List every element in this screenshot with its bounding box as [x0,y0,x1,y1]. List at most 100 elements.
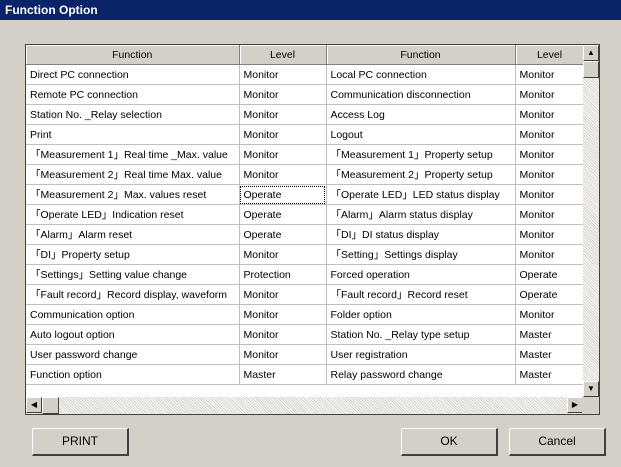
function-cell[interactable]: 「Measurement 1」Property setup [326,144,516,165]
level-cell[interactable]: Monitor [239,344,327,365]
function-cell[interactable]: 「Fault record」Record reset [326,284,516,305]
function-cell[interactable]: 「Measurement 2」Property setup [326,164,516,185]
table-row[interactable]: 「Measurement 1」Real time _Max. value Moni… [26,144,585,165]
table-row[interactable]: 「DI」Property setup Monitor 「Setting」Settin… [26,244,585,265]
level-cell[interactable]: Monitor [515,124,585,145]
level-cell[interactable]: Monitor [239,124,327,145]
level-cell[interactable]: Master [515,364,585,385]
horizontal-scrollbar[interactable]: ◀ ▶ [26,397,583,414]
function-cell[interactable]: 「Measurement 1」Real time _Max. value [26,144,240,165]
function-cell[interactable]: 「Operate LED」LED status display [326,184,516,205]
arrow-right-icon: ▶ [571,400,579,409]
table-row[interactable]: Auto logout option Monitor Station No. _Re… [26,324,585,345]
level-cell[interactable]: Monitor [515,184,585,205]
scroll-left-button[interactable]: ◀ [26,397,42,413]
level-cell[interactable]: Monitor [515,244,585,265]
function-cell[interactable]: Logout [326,124,516,145]
level-cell[interactable]: Monitor [239,324,327,345]
function-cell[interactable]: 「Alarm」Alarm status display [326,204,516,225]
function-cell[interactable]: Access Log [326,104,516,125]
level-cell[interactable]: Monitor [515,104,585,125]
level-cell[interactable]: Monitor [515,84,585,105]
function-cell[interactable]: Direct PC connection [26,64,240,85]
table-row[interactable]: Direct PC connection Monitor Local PC conn… [26,64,585,85]
table-row[interactable]: Remote PC connection Monitor Communication… [26,84,585,105]
header-function-2[interactable]: Function [326,45,516,65]
level-cell[interactable]: Operate [515,284,585,305]
level-cell[interactable]: Monitor [515,224,585,245]
level-cell[interactable]: Operate [515,264,585,285]
function-cell[interactable]: 「Settings」Setting value change [26,264,240,285]
function-cell[interactable]: Relay password change [326,364,516,385]
level-cell[interactable]: Monitor [515,64,585,85]
table-row[interactable]: Communication option Monitor Folder option… [26,304,585,325]
function-cell[interactable]: Station No. _Relay selection [26,104,240,125]
level-cell[interactable]: Monitor [239,164,327,185]
table-row[interactable]: User password change Monitor User registra… [26,344,585,365]
level-cell[interactable]: Operate [239,224,327,245]
vertical-scroll-thumb[interactable] [583,61,599,78]
level-cell[interactable]: Monitor [515,304,585,325]
function-cell[interactable]: Folder option [326,304,516,325]
level-cell[interactable]: Protection [239,264,327,285]
level-cell[interactable]: Monitor [239,144,327,165]
header-function-1[interactable]: Function [26,45,240,65]
function-cell[interactable]: Remote PC connection [26,84,240,105]
level-cell[interactable]: Master [515,344,585,365]
level-cell[interactable]: Monitor [239,104,327,125]
function-cell[interactable]: 「Setting」Settings display [326,244,516,265]
ok-button[interactable]: OK [401,428,498,456]
function-cell[interactable]: 「Alarm」Alarm reset [26,224,240,245]
scroll-up-button[interactable]: ▲ [583,45,599,61]
header-level-2[interactable]: Level [515,45,585,65]
horizontal-scroll-thumb[interactable] [42,397,59,414]
arrow-left-icon: ◀ [30,400,38,409]
level-cell[interactable]: Monitor [515,144,585,165]
table-row[interactable]: 「Fault record」Record display, waveform Mo… [26,284,585,305]
table-row[interactable]: 「Measurement 2」Max. values reset Operate 「… [26,184,585,205]
level-cell[interactable]: Monitor [239,244,327,265]
function-cell[interactable]: Communication disconnection [326,84,516,105]
function-cell[interactable]: Print [26,124,240,145]
arrow-up-icon: ▲ [587,48,595,57]
table-row[interactable]: 「Measurement 2」Real time Max. value Monit… [26,164,585,185]
function-cell[interactable]: Station No. _Relay type setup [326,324,516,345]
function-cell[interactable]: 「Measurement 2」Max. values reset [26,184,240,205]
header-level-1[interactable]: Level [239,45,327,65]
level-cell[interactable]: Monitor [239,64,327,85]
function-cell[interactable]: 「Measurement 2」Real time Max. value [26,164,240,185]
level-cell[interactable]: Master [239,364,327,385]
level-cell[interactable]: Operate [239,184,327,205]
level-cell[interactable]: Monitor [239,304,327,325]
scroll-right-button[interactable]: ▶ [567,397,583,413]
function-cell[interactable]: Function option [26,364,240,385]
print-button[interactable]: PRINT [32,428,129,456]
function-cell[interactable]: 「Fault record」Record display, waveform [26,284,240,305]
function-option-dialog: Function Option Function Level Function … [0,0,621,467]
level-cell[interactable]: Monitor [515,204,585,225]
scroll-down-button[interactable]: ▼ [583,381,599,397]
table-row[interactable]: Function option Master Relay password chan… [26,364,585,385]
function-cell[interactable]: User registration [326,344,516,365]
function-cell[interactable]: Auto logout option [26,324,240,345]
table-row[interactable]: Print Monitor Logout Monitor [26,124,585,145]
table-row[interactable]: 「Operate LED」Indication reset Operate 「Ala… [26,204,585,225]
table-row[interactable]: Station No. _Relay selection Monitor Acces… [26,104,585,125]
cancel-button[interactable]: Cancel [509,428,606,456]
dialog-title: Function Option [0,0,621,20]
function-cell[interactable]: Communication option [26,304,240,325]
level-cell[interactable]: Master [515,324,585,345]
function-cell[interactable]: Local PC connection [326,64,516,85]
function-cell[interactable]: 「DI」DI status display [326,224,516,245]
level-cell[interactable]: Monitor [515,164,585,185]
vertical-scrollbar[interactable]: ▲ ▼ [583,45,599,397]
function-cell[interactable]: 「Operate LED」Indication reset [26,204,240,225]
table-row[interactable]: 「Alarm」Alarm reset Operate 「DI」DI status d… [26,224,585,245]
function-cell[interactable]: 「DI」Property setup [26,244,240,265]
table-row[interactable]: 「Settings」Setting value change Protection… [26,264,585,285]
level-cell[interactable]: Operate [239,204,327,225]
function-cell[interactable]: Forced operation [326,264,516,285]
level-cell[interactable]: Monitor [239,84,327,105]
function-cell[interactable]: User password change [26,344,240,365]
level-cell[interactable]: Monitor [239,284,327,305]
